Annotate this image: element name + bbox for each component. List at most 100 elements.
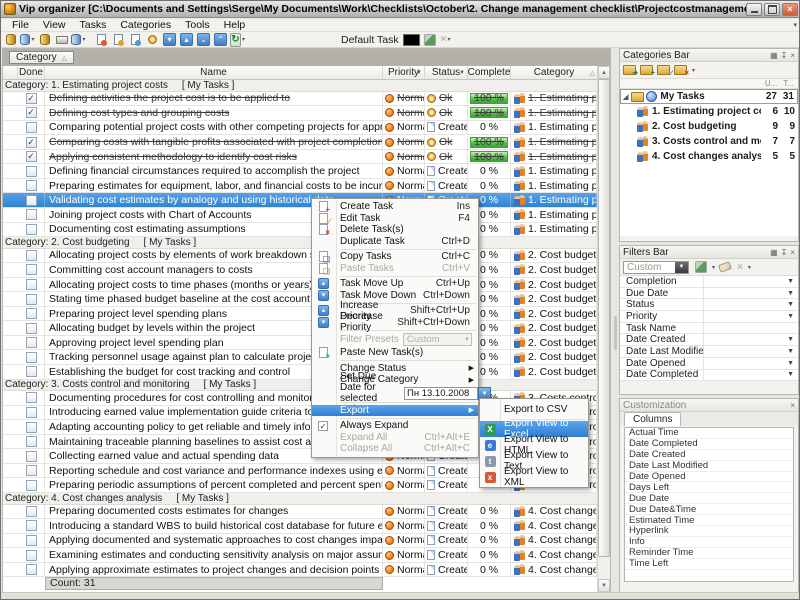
complete-cell[interactable]: 0 % — [468, 548, 511, 562]
column-header-category[interactable]: Category△ — [511, 66, 597, 79]
done-checkbox-cell[interactable] — [18, 519, 45, 533]
delete-task-button[interactable] — [128, 33, 143, 47]
task-name-cell[interactable]: Defining cost types and grouping costs — [45, 106, 383, 120]
priority-cell[interactable]: Normal — [383, 121, 425, 135]
filter-dropdown-icon[interactable]: ▼ — [416, 70, 422, 76]
default-task-edit-icon[interactable] — [424, 34, 436, 46]
combo-dropdown-icon[interactable]: ▼ — [675, 262, 688, 273]
status-cell[interactable]: Ok — [425, 92, 468, 106]
priority-cell[interactable]: Normal — [383, 164, 425, 178]
category-cell[interactable]: 1. Estimating project costs — [511, 135, 597, 149]
complete-cell[interactable]: 100 % — [468, 106, 511, 120]
column-item-date-created[interactable]: Date Created — [625, 450, 793, 461]
task-row[interactable]: Introducing a standard WBS to build hist… — [3, 519, 597, 534]
done-checkbox-cell[interactable] — [18, 164, 45, 178]
done-checkbox-cell[interactable] — [18, 464, 45, 478]
task-name-cell[interactable]: Defining financial circumstances require… — [45, 164, 383, 178]
default-task-overflow-icon[interactable]: ▾ — [447, 36, 450, 43]
column-header-priority[interactable]: Priority▼ — [383, 66, 425, 79]
category-cell[interactable]: 1. Estimating project costs — [511, 179, 597, 193]
task-name-cell[interactable]: Applying consistent methodology to ident… — [45, 150, 383, 164]
task-row[interactable]: Defining financial circumstances require… — [3, 164, 597, 179]
column-header-name[interactable]: Name — [45, 66, 383, 79]
task-checkbox[interactable] — [26, 337, 37, 348]
column-item-due-date[interactable]: Due Date — [625, 493, 793, 504]
task-row[interactable]: Examining estimates and conducting sensi… — [3, 548, 597, 563]
column-item-time-left[interactable]: Time Left — [625, 559, 793, 570]
priority-cell[interactable]: Normal — [383, 478, 425, 492]
category-cell[interactable]: 2. Cost budgeting — [511, 365, 597, 379]
task-checkbox[interactable]: ✓ — [26, 107, 37, 118]
task-row[interactable]: Allocating budget by levels within the p… — [3, 321, 597, 336]
complete-cell[interactable]: 100 % — [468, 150, 511, 164]
task-name-cell[interactable]: Comparing potential project costs with o… — [45, 121, 383, 135]
status-cell[interactable]: Created — [425, 534, 468, 548]
category-cell[interactable]: 1. Estimating project costs — [511, 223, 597, 237]
save-database-button[interactable] — [37, 33, 52, 47]
priority-cell[interactable]: Normal — [383, 464, 425, 478]
menu-item-always-expand[interactable]: ✓Always Expand — [312, 420, 478, 432]
menu-help[interactable]: Help — [217, 19, 253, 32]
panel-window-icon[interactable]: ▦ — [770, 51, 778, 60]
filter-row-date-created[interactable]: Date Created▼ — [620, 334, 798, 346]
column-item-reminder-time[interactable]: Reminder Time — [625, 548, 793, 559]
done-checkbox-cell[interactable] — [18, 179, 45, 193]
apply-filter-icon[interactable] — [695, 261, 707, 273]
categories-toolbar-overflow-icon[interactable]: ▾ — [692, 67, 695, 74]
menu-categories[interactable]: Categories — [113, 19, 178, 32]
task-name-cell[interactable]: Examining estimates and conducting sensi… — [45, 548, 383, 562]
task-checkbox[interactable] — [26, 209, 37, 220]
priority-cell[interactable]: Normal — [383, 92, 425, 106]
clear-filter-icon[interactable] — [718, 261, 732, 273]
menu-item-export[interactable]: Export▶ — [312, 405, 478, 417]
task-checkbox[interactable] — [26, 564, 37, 575]
panel-pin-icon[interactable]: ↧ — [781, 51, 788, 60]
priority-cell[interactable]: Normal — [383, 135, 425, 149]
task-name-cell[interactable]: Reporting schedule and cost variance and… — [45, 464, 383, 478]
task-row[interactable]: Applying documented and systematic appro… — [3, 534, 597, 549]
expander-icon[interactable]: ◢ — [623, 93, 628, 101]
edit-task-button[interactable] — [111, 33, 126, 47]
category-cell[interactable]: 1. Estimating project costs — [511, 150, 597, 164]
complete-cell[interactable]: 0 % — [468, 563, 511, 577]
status-cell[interactable]: Created — [425, 505, 468, 519]
menu-item-edit-task[interactable]: ∕Edit TaskF4 — [312, 213, 478, 225]
task-checkbox[interactable]: ✓ — [26, 93, 37, 104]
done-checkbox-cell[interactable] — [18, 321, 45, 335]
filter-row-date-last-modified[interactable]: Date Last Modified▼ — [620, 346, 798, 358]
filter-dropdown-icon[interactable]: ▼ — [459, 70, 465, 76]
task-checkbox[interactable] — [26, 506, 37, 517]
task-row[interactable]: Allocating project costs to time phases … — [3, 278, 597, 293]
tree-node-category[interactable]: 3. Costs control and monitoring77 — [620, 134, 798, 149]
open-database-button[interactable]: ▾ — [20, 33, 35, 47]
menu-item-paste-new-task-s-[interactable]: »Paste New Task(s) — [312, 347, 478, 359]
filter-row-status[interactable]: Status▼ — [620, 299, 798, 311]
task-name-cell[interactable]: Applying documented and systematic appro… — [45, 534, 383, 548]
filter-value-dropdown-icon[interactable]: ▼ — [787, 348, 794, 355]
tree-node-my-tasks[interactable]: ◢My Tasks2731 — [620, 89, 798, 104]
category-cell[interactable]: 2. Cost budgeting — [511, 307, 597, 321]
filter-row-task-name[interactable]: Task Name — [620, 323, 798, 335]
done-checkbox-cell[interactable] — [18, 223, 45, 237]
category-cell[interactable]: 2. Cost budgeting — [511, 278, 597, 292]
category-cell[interactable]: 2. Cost budgeting — [511, 336, 597, 350]
task-row[interactable]: ✓Defining cost types and grouping costsN… — [3, 106, 597, 121]
task-checkbox[interactable] — [26, 436, 37, 447]
priority-cell[interactable]: Normal — [383, 548, 425, 562]
filter-row-completion[interactable]: Completion▼ — [620, 276, 798, 288]
task-row[interactable]: Applying approximate estimates to projec… — [3, 563, 597, 578]
category-cell[interactable]: 1. Estimating project costs — [511, 208, 597, 222]
task-row[interactable]: ✓Defining activities the project cost is… — [3, 92, 597, 107]
task-name-cell[interactable]: Applying approximate estimates to projec… — [45, 563, 383, 577]
filter-row-due-date[interactable]: Due Date▼ — [620, 288, 798, 300]
create-task-button[interactable] — [94, 33, 109, 47]
category-cell[interactable]: 2. Cost budgeting — [511, 292, 597, 306]
category-cell[interactable]: 1. Estimating project costs — [511, 92, 597, 106]
done-checkbox-cell[interactable] — [18, 435, 45, 449]
default-task-color-swatch[interactable] — [403, 34, 420, 46]
complete-cell[interactable]: 0 % — [468, 519, 511, 533]
new-category-icon[interactable]: ➜ — [623, 65, 636, 75]
task-row[interactable]: Committing cost account managers to cost… — [3, 263, 597, 278]
due-date-combo[interactable]: Пн 13.10.2008▼ — [404, 387, 478, 400]
panel-close-icon[interactable]: × — [790, 401, 795, 410]
